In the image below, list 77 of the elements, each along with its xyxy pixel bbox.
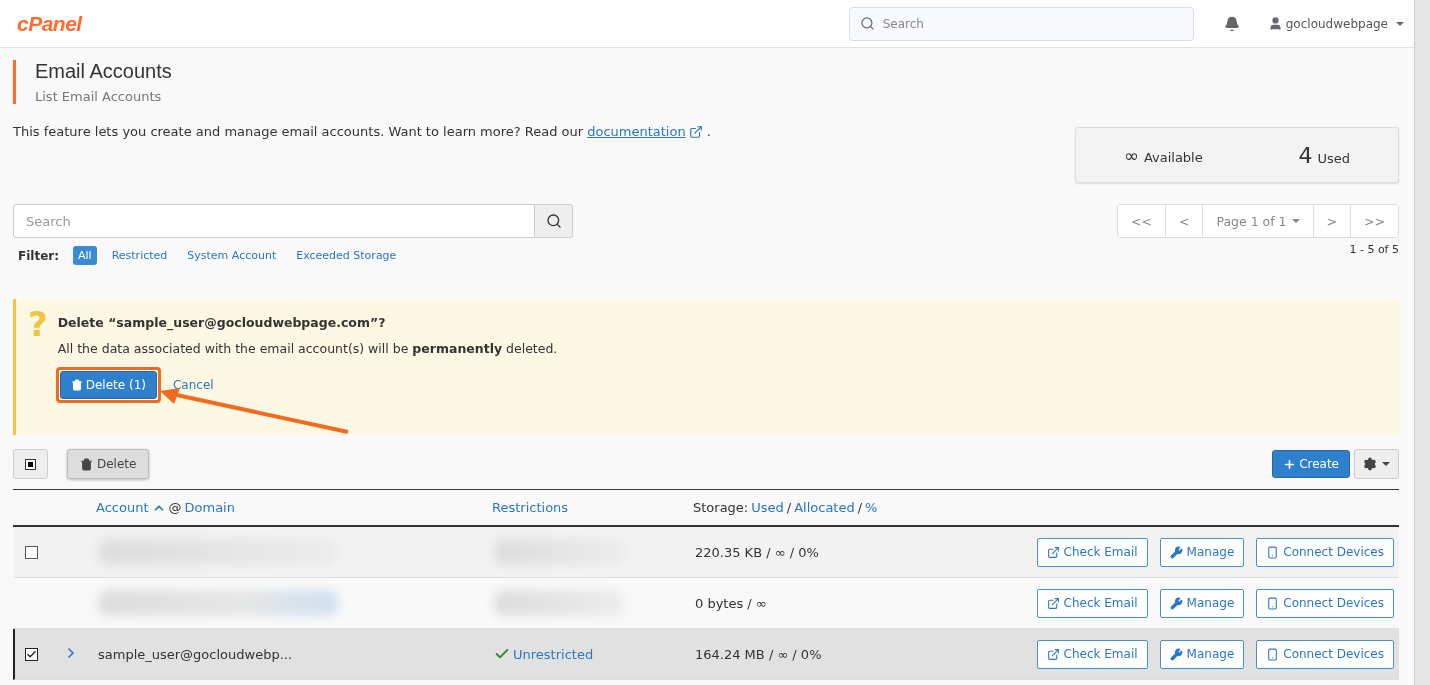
storage-value: 164.24 MB / ∞ / 0%	[695, 646, 822, 662]
alert-title: Delete “sample_user@gocloudwebpage.com”?	[57, 315, 387, 330]
storage-label: Storage:	[693, 500, 749, 515]
last-page-button[interactable]: >>	[1350, 205, 1398, 237]
select-all-checkbox[interactable]	[13, 449, 48, 479]
search-field[interactable]: Search	[848, 6, 1194, 41]
used-column-header[interactable]: Used	[751, 500, 784, 515]
connect-devices-button[interactable]: Connect Devices	[1256, 639, 1394, 669]
filter-option[interactable]: Exceeded Storage	[291, 246, 402, 265]
user-icon	[1267, 16, 1283, 31]
available-label: Available	[1143, 149, 1203, 165]
trash-icon	[70, 379, 83, 391]
search-button[interactable]	[535, 204, 573, 238]
page-subtitle: List Email Accounts	[35, 89, 163, 104]
manage-button[interactable]: Manage	[1159, 537, 1245, 567]
filter-option[interactable]: System Account	[182, 246, 282, 265]
phone-icon	[1266, 647, 1280, 661]
filter-label: Filter:	[18, 248, 59, 263]
create-button[interactable]: Create	[1272, 450, 1350, 478]
check-email-button[interactable]: Check Email	[1036, 639, 1148, 669]
manage-button[interactable]: Manage	[1159, 588, 1245, 618]
user-menu[interactable]: gocloudwebpage	[1267, 16, 1404, 31]
table-row[interactable]: sample_user@gocloudwebp... Unrestricted 164.24 MB / ∞ / 0% Check Email Manage Connect Devices	[13, 629, 1399, 680]
available-value: ∞	[1123, 144, 1139, 166]
percent-column-header[interactable]: %	[865, 500, 878, 515]
restrictions-column-header[interactable]: Restrictions	[492, 500, 569, 515]
bell-icon[interactable]	[1223, 15, 1240, 32]
separator: /	[786, 500, 792, 515]
plus-icon	[1283, 457, 1297, 471]
gear-icon	[1363, 457, 1377, 471]
page-title: Email Accounts	[35, 60, 172, 83]
settings-button[interactable]	[1354, 449, 1399, 479]
documentation-link[interactable]: documentation	[587, 124, 703, 139]
phone-icon	[1266, 545, 1280, 559]
table-row[interactable]: 220.35 KB / ∞ / 0% Check Email Manage Connect Devices	[13, 527, 1399, 578]
checkbox[interactable]	[25, 647, 38, 661]
external-link-icon	[1046, 647, 1060, 661]
connect-devices-button[interactable]: Connect Devices	[1256, 588, 1394, 618]
check-email-button[interactable]: Check Email	[1036, 537, 1148, 567]
wrench-icon	[1169, 545, 1183, 559]
delete-button[interactable]: Delete	[67, 449, 150, 479]
storage-value: 220.35 KB / ∞ / 0%	[695, 544, 819, 560]
external-link-icon	[688, 124, 703, 139]
trash-icon	[80, 457, 93, 471]
logo[interactable]: cPanel	[17, 11, 82, 36]
period: .	[706, 124, 711, 139]
wrench-icon	[1169, 647, 1183, 661]
check-email-button[interactable]: Check Email	[1036, 588, 1148, 618]
search-field[interactable]: Search	[13, 204, 535, 238]
wrench-icon	[1169, 596, 1183, 610]
search-icon	[859, 16, 875, 31]
result-range: 1 - 5 of 5	[1348, 243, 1399, 256]
connect-devices-button[interactable]: Connect Devices	[1256, 537, 1394, 567]
storage-value: 0 bytes / ∞	[695, 595, 767, 611]
separator: /	[857, 500, 863, 515]
alert-message: All the data associated with the email account(s) will be permanently deleted.	[57, 341, 558, 356]
description: This feature lets you create and manage email accounts. Want to learn more? Read our	[13, 124, 584, 139]
used-value: 4	[1298, 142, 1313, 168]
manage-button[interactable]: Manage	[1159, 639, 1245, 669]
restriction-link[interactable]: Unrestricted	[513, 646, 594, 662]
checkbox[interactable]	[25, 545, 38, 559]
external-link-icon	[1046, 545, 1060, 559]
account-email: sample_user@gocloudwebp...	[98, 646, 294, 662]
at-sign: @	[168, 500, 182, 515]
filter-option[interactable]: All	[73, 246, 97, 265]
question-icon: ?	[28, 307, 48, 435]
domain-column-header[interactable]: Domain	[184, 500, 235, 515]
search-icon	[545, 213, 562, 229]
phone-icon	[1266, 596, 1280, 610]
allocated-column-header[interactable]: Allocated	[794, 500, 855, 515]
external-link-icon	[1046, 596, 1060, 610]
scrollbar[interactable]	[1414, 0, 1430, 685]
account-column-header[interactable]: Account	[96, 500, 149, 515]
confirm-delete-button[interactable]: Delete (1)	[59, 371, 157, 399]
cancel-link[interactable]: Cancel	[173, 378, 214, 392]
filter-option[interactable]: Restricted	[106, 246, 173, 265]
used-label: Used	[1317, 150, 1351, 166]
